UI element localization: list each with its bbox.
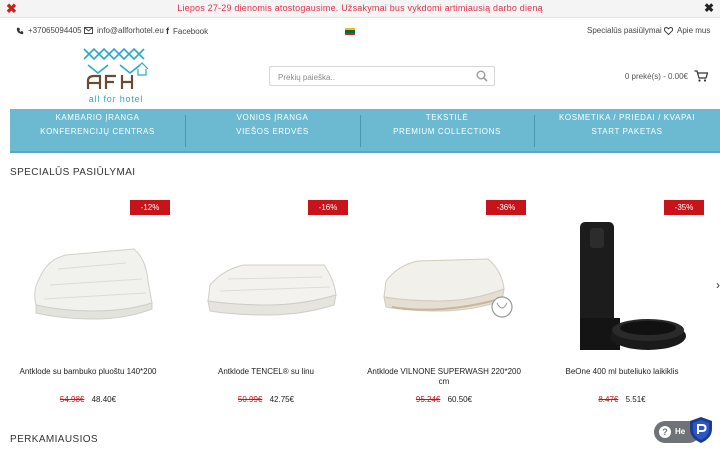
discount-badge: -16%	[308, 200, 348, 215]
help-label: He	[675, 427, 686, 436]
old-price: 95.24€	[415, 395, 441, 404]
old-price: 8.47€	[598, 395, 619, 404]
nav-item-conference-center[interactable]: Konferencijų centras	[10, 127, 185, 136]
section-title-special-offers: Specialūs pasiūlymai	[10, 167, 136, 178]
product-image[interactable]	[540, 203, 704, 353]
product-card[interactable]: -12% Antklode su bambuko pluoštu 140*200…	[4, 197, 172, 412]
special-offers-label: Specialūs pasiūlymai	[587, 26, 662, 35]
nav-item-bathroom-equipment[interactable]: Vonios įranga	[185, 113, 360, 122]
product-name[interactable]: Antklode VILNONE SUPERWASH 220*200 cm	[364, 367, 524, 387]
nav-item-room-equipment[interactable]: Kambario įranga	[10, 113, 185, 122]
product-name[interactable]: Antklode TENCEL® su linu	[186, 367, 346, 377]
product-image[interactable]	[362, 219, 526, 339]
heart-icon	[664, 26, 673, 35]
product-image[interactable]	[6, 219, 170, 339]
main-navigation: Kambario įranga Vonios įranga Tekstilė K…	[10, 109, 720, 153]
product-name[interactable]: Antklode su bambuko pluoštu 140*200	[8, 367, 168, 377]
nav-item-start-package[interactable]: Start paketas	[534, 127, 720, 136]
top-bar: +37065094405 info@allforhotel.eu f Faceb…	[0, 19, 720, 43]
logo-mark-icon	[83, 47, 149, 89]
search-input[interactable]	[270, 68, 460, 87]
nav-item-public-spaces[interactable]: Viešos erdvės	[185, 127, 360, 136]
cart-link[interactable]: 0 prekė(s) - 0.00€	[625, 70, 708, 82]
envelope-icon	[84, 27, 93, 34]
search-box	[269, 66, 495, 87]
cart-icon	[694, 70, 708, 82]
logo-text: all for hotel	[88, 94, 144, 104]
email-link[interactable]: info@allforhotel.eu	[84, 26, 164, 35]
notice-bar: ✖ Liepos 27-29 dienomis atostogausime. U…	[0, 0, 720, 18]
phone-icon	[16, 27, 24, 34]
question-icon: ?	[659, 426, 671, 438]
phone-number: +37065094405	[28, 26, 82, 35]
product-card[interactable]: -35% BeOne 400 ml buteliuko laikiklis 8.…	[538, 197, 706, 412]
new-price: 5.51€	[625, 395, 646, 404]
new-price: 48.40€	[91, 395, 117, 404]
product-image[interactable]	[184, 219, 348, 339]
facebook-icon: f	[166, 26, 169, 36]
carousel-next-icon[interactable]: ›	[716, 278, 720, 292]
old-price: 54.98€	[59, 395, 85, 404]
email-address: info@allforhotel.eu	[97, 26, 164, 35]
nav-item-cosmetics[interactable]: Kosmetika / priedai / kvapai	[534, 113, 720, 122]
old-price: 50.99€	[237, 395, 263, 404]
product-prices: 50.99€ 42.75€	[182, 395, 350, 404]
discount-badge: -12%	[130, 200, 170, 215]
nav-item-textile[interactable]: Tekstilė	[360, 113, 534, 122]
phone-link[interactable]: +37065094405	[16, 26, 82, 35]
cart-summary: 0 prekė(s) - 0.00€	[624, 71, 688, 81]
product-prices: 54.98€ 48.40€	[4, 395, 172, 404]
logo[interactable]: all for hotel	[82, 45, 150, 107]
new-price: 42.75€	[269, 395, 295, 404]
facebook-link[interactable]: f Facebook	[166, 26, 208, 36]
nav-item-premium-collections[interactable]: Premium Collections	[360, 127, 534, 136]
about-label: Apie mus	[677, 26, 711, 35]
about-link[interactable]: Apie mus	[664, 26, 710, 35]
new-price: 60.50€	[447, 395, 473, 404]
section-title-bestsellers: Perkamiausios	[10, 434, 98, 445]
lithuanian-flag-icon[interactable]	[345, 28, 355, 35]
notice-text: Liepos 27-29 dienomis atostogausime. Užs…	[177, 3, 543, 13]
product-name[interactable]: BeOne 400 ml buteliuko laikiklis	[542, 367, 702, 377]
product-prices: 8.47€ 5.51€	[538, 395, 706, 404]
discount-badge: -36%	[486, 200, 526, 215]
product-card[interactable]: -36% Antklode VILNONE SUPERWASH 220*200 …	[360, 197, 528, 412]
product-card[interactable]: -16% Antklode TENCEL® su linu 50.99€ 42.…	[182, 197, 350, 412]
facebook-label: Facebook	[173, 26, 209, 36]
header: all for hotel 0 prekė(s) - 0.00€	[0, 43, 720, 109]
product-prices: 95.24€ 60.50€	[360, 395, 528, 404]
shield-icon[interactable]	[688, 416, 714, 444]
close-icon[interactable]: ✖	[704, 2, 714, 15]
search-icon[interactable]	[476, 70, 488, 82]
special-offers-link[interactable]: Specialūs pasiūlymai	[587, 26, 662, 35]
